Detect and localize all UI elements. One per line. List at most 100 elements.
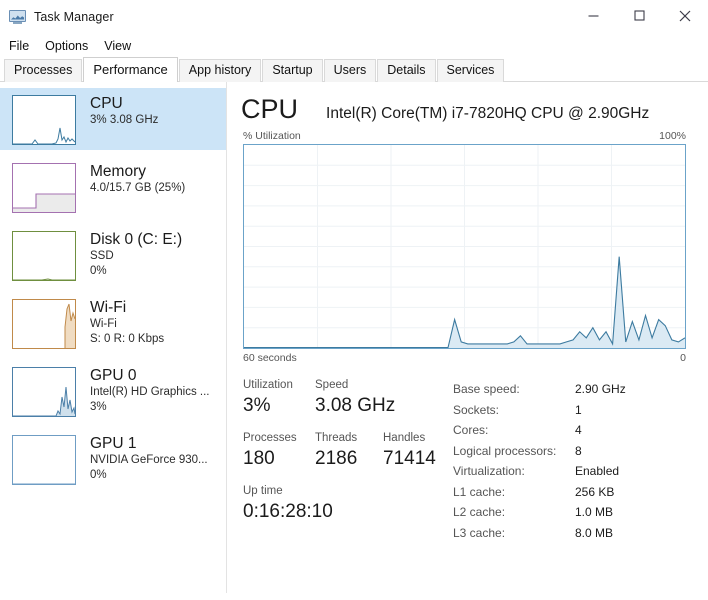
stat-utilization: Utilization 3% [243,378,315,419]
stat-label: Speed [315,379,349,391]
cpu-thumbnail-graph [12,95,76,145]
resource-sidebar: CPU 3% 3.08 GHz Memory 4.0/15.7 GB (25%) [0,82,227,593]
spec-value: 2.90 GHz [575,382,626,396]
stat-label: Threads [315,432,358,444]
sidebar-item-gpu-0[interactable]: GPU 0 Intel(R) HD Graphics ... 3% [0,360,226,422]
sidebar-item-sub2: 0% [90,469,107,481]
task-manager-icon [9,9,26,25]
spec-key: L1 cache: [453,484,506,499]
gpu0-thumbnail-graph [12,367,76,417]
minimize-icon[interactable] [570,0,616,31]
sidebar-item-label: CPU [90,95,123,112]
sidebar-item-memory[interactable]: Memory 4.0/15.7 GB (25%) [0,156,226,218]
spec-logical-processors: Logical processors: 8 [453,441,708,462]
task-manager-window: Task Manager File Options View Processes… [0,0,708,600]
stat-value: 71414 [383,448,436,469]
menu-item-view[interactable]: View [104,37,142,55]
graph-time-end: 0 [680,352,686,364]
spec-value: 256 KB [575,484,615,499]
wifi-thumbnail-graph [12,299,76,349]
menu-bar: File Options View [0,34,708,58]
stat-label: Up time [243,485,283,497]
tab-processes[interactable]: Processes [4,59,83,82]
stat-speed: Speed 3.08 GHz [315,378,435,419]
stat-processes: Processes 180 [243,431,315,472]
stat-value: 0:16:28:10 [243,501,333,522]
tab-strip: Processes Performance App history Startu… [0,57,708,82]
cpu-utilization-chart [244,145,685,348]
sidebar-item-sub1: SSD [90,250,114,262]
tab-app-history[interactable]: App history [178,59,262,82]
sidebar-item-sub1: 3% 3.08 GHz [90,114,159,126]
sidebar-item-sub1: Intel(R) HD Graphics ... [90,386,210,398]
cpu-model-name: Intel(R) Core(TM) i7-7820HQ CPU @ 2.90GH… [326,105,650,122]
window-title: Task Manager [34,10,114,24]
spec-key: Sockets: [453,402,500,417]
stat-label: Processes [243,432,297,444]
graph-axis-labels: % Utilization 100% [227,124,708,144]
sidebar-item-sub1: Wi-Fi [90,318,117,330]
spec-key: Cores: [453,423,489,437]
spec-key: Virtualization: [453,464,525,478]
tab-details[interactable]: Details [377,59,436,82]
spec-key: L2 cache: [453,505,506,519]
stat-value: 2186 [315,448,358,469]
maximize-icon[interactable] [616,0,662,31]
sidebar-item-label: Memory [90,163,146,180]
tab-startup[interactable]: Startup [262,59,323,82]
spec-value: 8.0 MB [575,525,614,540]
spec-l1-cache: L1 cache: 256 KB [453,482,708,503]
sidebar-item-label: Wi-Fi [90,299,127,316]
sidebar-item-sub1: 4.0/15.7 GB (25%) [90,182,186,194]
stat-value: 3% [243,395,271,416]
sidebar-item-sub2: S: 0 R: 0 Kbps [90,333,165,345]
menu-item-file[interactable]: File [9,37,40,55]
close-icon[interactable] [662,0,708,31]
cpu-stats-left: Utilization 3% Speed 3.08 GHz Processes … [243,378,453,543]
graph-y-label: % Utilization [243,130,301,142]
sidebar-item-label: Disk 0 (C: E:) [90,231,183,248]
spec-value: 1 [575,402,582,417]
sidebar-item-cpu[interactable]: CPU 3% 3.08 GHz [0,88,226,150]
sidebar-item-label: GPU 1 [90,435,137,452]
cpu-stats: Utilization 3% Speed 3.08 GHz Processes … [227,364,708,543]
stat-label: Handles [383,432,426,444]
sidebar-item-sub2: 0% [90,265,107,277]
spec-base-speed: Base speed: 2.90 GHz [453,379,708,400]
tab-performance[interactable]: Performance [83,57,178,82]
spec-value: 4 [575,423,582,437]
spec-cores: Cores: 4 [453,420,708,441]
graph-time-labels: 60 seconds 0 [227,349,708,364]
stats-row-1: Utilization 3% Speed 3.08 GHz [243,378,453,419]
stat-value: 180 [243,448,275,469]
spec-key: Base speed: [453,382,520,396]
stat-label: Utilization [243,379,293,391]
graph-time-start: 60 seconds [243,352,297,364]
spec-virtualization: Virtualization: Enabled [453,461,708,482]
cpu-header: CPU Intel(R) Core(TM) i7-7820HQ CPU @ 2.… [227,82,708,124]
sidebar-item-disk-0[interactable]: Disk 0 (C: E:) SSD 0% [0,224,226,286]
stat-value: 3.08 GHz [315,395,396,416]
spec-value: Enabled [575,464,620,478]
spec-value: 1.0 MB [575,505,614,519]
tab-services[interactable]: Services [436,59,505,82]
cpu-utilization-graph [243,144,686,349]
tab-users[interactable]: Users [323,59,377,82]
spec-sockets: Sockets: 1 [453,400,708,421]
stats-row-2: Processes 180 Threads 2186 Handles 71414 [243,431,453,472]
gpu1-thumbnail-graph [12,435,76,485]
disk-thumbnail-graph [12,231,76,281]
content-area: CPU 3% 3.08 GHz Memory 4.0/15.7 GB (25%) [0,82,708,593]
sidebar-item-sub2: 3% [90,401,107,413]
title-bar: Task Manager [0,0,708,34]
sidebar-item-gpu-1[interactable]: GPU 1 NVIDIA GeForce 930... 0% [0,428,226,490]
memory-thumbnail-graph [12,163,76,213]
page-title: CPU [241,94,299,124]
menu-item-options[interactable]: Options [45,37,99,55]
sidebar-item-sub1: NVIDIA GeForce 930... [90,454,208,466]
sidebar-item-wifi[interactable]: Wi-Fi Wi-Fi S: 0 R: 0 Kbps [0,292,226,354]
cpu-detail-panel: CPU Intel(R) Core(TM) i7-7820HQ CPU @ 2.… [227,82,708,593]
stat-handles: Handles 71414 [383,431,453,472]
spec-value: 8 [575,443,582,458]
cpu-specs: Base speed: 2.90 GHz Sockets: 1 Cores: 4… [453,378,708,543]
